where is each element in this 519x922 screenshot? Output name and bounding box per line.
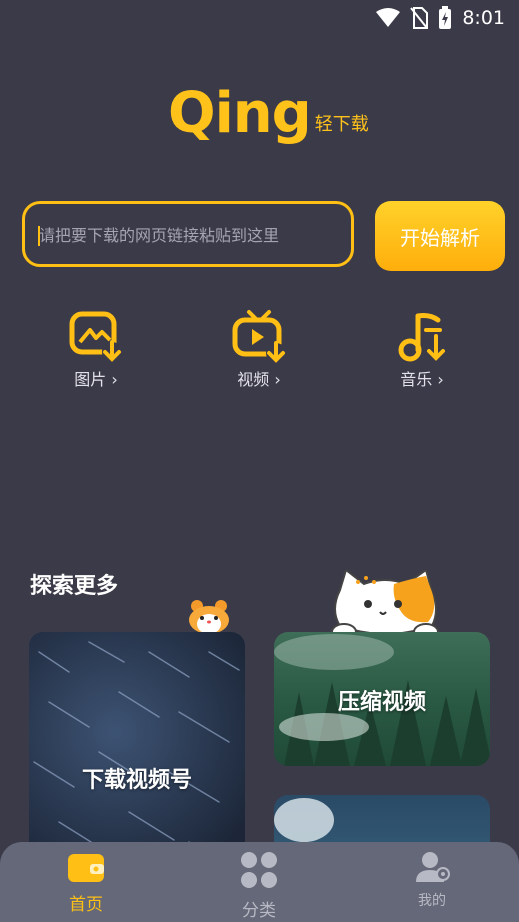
explore-card-compress-video[interactable]: 压缩视频 <box>274 632 490 766</box>
quick-link-label: 视频 › <box>237 370 281 389</box>
tab-profile[interactable]: 我的 <box>382 850 482 910</box>
tab-home[interactable]: 首页 <box>36 850 136 915</box>
text-caret <box>38 226 40 246</box>
tab-label: 首页 <box>69 895 103 915</box>
grid-icon <box>241 852 277 888</box>
card-label: 下载视频号 <box>81 768 192 793</box>
status-bar: 8:01 <box>0 0 519 36</box>
bottom-tab-bar: 首页 分类 我的 <box>0 842 519 922</box>
quick-link-label: 音乐 › <box>400 370 444 389</box>
logo-sub-text: 轻下载 <box>314 114 369 135</box>
user-icon <box>416 852 450 882</box>
card-label: 压缩视频 <box>337 690 426 715</box>
battery-charging-icon <box>439 6 452 29</box>
music-download-icon <box>398 313 445 362</box>
home-wallet-icon <box>68 854 104 882</box>
wifi-icon <box>376 8 401 27</box>
explore-title: 探索更多 <box>30 574 119 599</box>
start-parse-button[interactable]: 开始解析 <box>375 201 505 271</box>
status-time: 8:01 <box>462 7 505 29</box>
url-input[interactable] <box>37 204 341 266</box>
logo-main-text: Qing <box>168 81 312 146</box>
tab-label: 分类 <box>242 901 276 921</box>
app-logo: Qing 轻下载 <box>168 86 369 142</box>
image-download-icon <box>69 311 122 362</box>
no-sim-icon <box>410 7 429 29</box>
quick-link-music[interactable]: 音乐 › <box>362 308 482 390</box>
quick-link-label: 图片 › <box>74 370 118 389</box>
tab-label: 我的 <box>418 893 446 909</box>
tab-categories[interactable]: 分类 <box>209 850 309 921</box>
url-input-container[interactable] <box>22 201 354 267</box>
quick-link-images[interactable]: 图片 › <box>36 308 156 390</box>
video-download-icon <box>232 310 286 363</box>
quick-link-videos[interactable]: 视频 › <box>199 308 319 390</box>
hamster-mascot-icon <box>189 600 229 634</box>
